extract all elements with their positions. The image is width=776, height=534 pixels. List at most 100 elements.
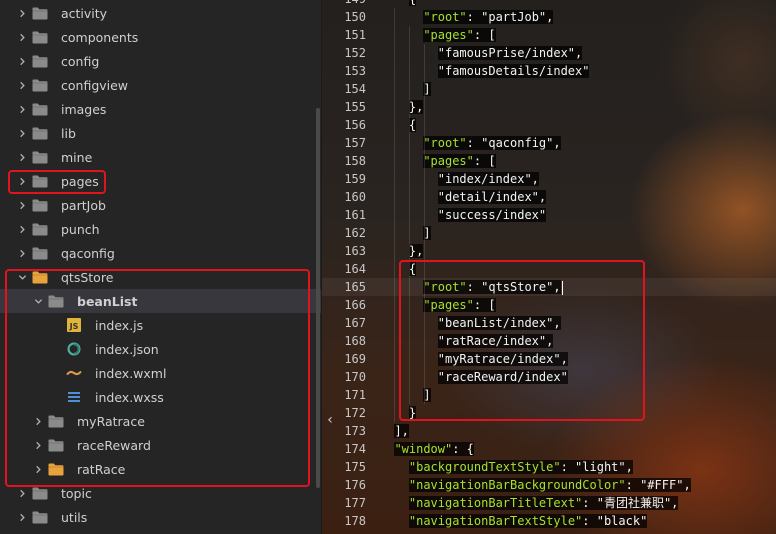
code-line[interactable]: "index/index", [437,170,539,188]
chevron-right-icon[interactable] [17,200,27,210]
chevron-right-icon[interactable] [33,464,43,474]
chevron-down-icon[interactable] [17,272,27,282]
json-key: "root" [423,280,467,294]
json-file-icon [66,341,82,357]
line-number: 174 [344,442,366,456]
json-punctuation: : [582,514,597,528]
code-line[interactable]: "famousPrise/index", [437,44,583,62]
code-line[interactable]: "ratRace/index", [437,332,554,350]
tree-file-index.json[interactable]: index.json [0,337,321,361]
folder-icon [32,79,48,92]
code-text: }, [408,100,424,114]
text-cursor [561,280,563,295]
tree-folder-punch[interactable]: punch [0,217,321,241]
code-line[interactable]: "success/index" [437,206,547,224]
tree-folder-lib[interactable]: lib [0,121,321,145]
chevron-right-icon[interactable] [17,512,27,522]
chevron-right-icon[interactable] [17,80,27,90]
tree-folder-images[interactable]: images [0,97,321,121]
code-line[interactable]: "raceReward/index" [437,368,568,386]
tree-folder-topic[interactable]: topic [0,481,321,505]
collapse-panel-icon[interactable]: ‹ [322,408,338,432]
file-explorer-sidebar: activity components config configview images… [0,0,322,534]
code-text: "beanList/index", [437,316,561,330]
code-text: "success/index" [437,208,547,222]
code-line[interactable]: "navigationBarBackgroundColor": "#FFF", [408,476,691,494]
json-key: "navigationBarTitleText" [408,496,583,510]
json-punctuation: , [625,460,633,474]
code-line[interactable]: "detail/index", [437,188,547,206]
tree-folder-qaconfig[interactable]: qaconfig [0,241,321,265]
tree-folder-raceReward[interactable]: raceReward [0,433,321,457]
code-line[interactable]: } [408,404,417,422]
chevron-right-icon[interactable] [33,440,43,450]
code-line[interactable]: "backgroundTextStyle": "light", [408,458,633,476]
chevron-right-icon[interactable] [17,176,27,186]
tree-file-index.js[interactable]: JS index.js [0,313,321,337]
json-string: "light" [575,460,626,474]
code-text: "pages": [ [423,28,496,42]
chevron-right-icon[interactable] [17,488,27,498]
tree-folder-partJob[interactable]: partJob [0,193,321,217]
code-editor[interactable]: 149{150"root": "partJob",151"pages": [15… [322,0,776,534]
json-string: "detail/index" [437,190,539,204]
chevron-right-icon[interactable] [17,224,27,234]
chevron-right-icon[interactable] [33,416,43,426]
tree-file-index.wxss[interactable]: index.wxss [0,385,321,409]
json-punctuation: : [466,136,482,150]
chevron-right-icon[interactable] [17,32,27,42]
code-line[interactable]: "myRatrace/index", [437,350,568,368]
folder-icon [48,463,64,476]
code-line[interactable]: "navigationBarTextStyle": "black" [408,512,648,530]
chevron-right-icon[interactable] [17,152,27,162]
tree-item-label: punch [61,221,100,237]
sidebar-scrollbar-thumb[interactable] [316,108,320,488]
code-line[interactable]: "root": "qtsStore", [423,278,563,296]
tree-folder-myRatrace[interactable]: myRatrace [0,409,321,433]
code-line[interactable]: "pages": [ [423,296,496,314]
code-line[interactable]: "beanList/index", [437,314,561,332]
code-line[interactable]: "root": "partJob", [423,8,554,26]
code-text: "navigationBarTitleText": "青团社兼职", [408,496,679,510]
folder-icon [32,127,48,140]
indent-guide [394,8,395,422]
code-line[interactable]: "window": { [394,440,474,458]
tree-folder-pages[interactable]: pages [0,169,321,193]
code-line[interactable]: ], [394,422,409,440]
tree-folder-beanList[interactable]: beanList [0,289,321,313]
chevron-down-icon[interactable] [33,296,43,306]
chevron-right-icon[interactable] [17,128,27,138]
chevron-right-icon[interactable] [17,56,27,66]
tree-folder-qtsStore[interactable]: qtsStore [0,265,321,289]
code-text: } [408,406,417,420]
tree-item-label: index.json [95,341,159,357]
tree-item-label: qaconfig [61,245,115,261]
code-line[interactable]: "pages": [ [423,26,496,44]
tree-folder-utils[interactable]: utils [0,505,321,529]
json-punctuation: }, [408,100,424,114]
tree-folder-activity[interactable]: activity [0,1,321,25]
json-string: "qtsStore" [481,280,554,294]
line-number: 176 [344,478,366,492]
tree-folder-components[interactable]: components [0,25,321,49]
code-line[interactable]: }, [408,98,424,116]
tree-folder-mine[interactable]: mine [0,145,321,169]
tree-file-index.wxml[interactable]: index.wxml [0,361,321,385]
tree-folder-config[interactable]: config [0,49,321,73]
code-line[interactable]: "root": "qaconfig", [423,134,561,152]
code-line[interactable]: }, [408,242,424,260]
json-punctuation: , [553,316,561,330]
code-line[interactable]: "famousDetails/index" [437,62,590,80]
line-number: 149 [322,0,366,8]
tree-folder-configview[interactable]: configview [0,73,321,97]
code-line[interactable]: "navigationBarTitleText": "青团社兼职", [408,494,679,512]
chevron-right-icon[interactable] [17,8,27,18]
code-text: "raceReward/index" [437,370,568,384]
code-line[interactable]: { [408,0,417,8]
line-number: 161 [344,208,366,222]
chevron-right-icon[interactable] [17,104,27,114]
tree-folder-ratRace[interactable]: ratRace [0,457,321,481]
chevron-right-icon[interactable] [17,248,27,258]
code-line[interactable]: "pages": [ [423,152,496,170]
json-string: "success/index" [437,208,547,222]
